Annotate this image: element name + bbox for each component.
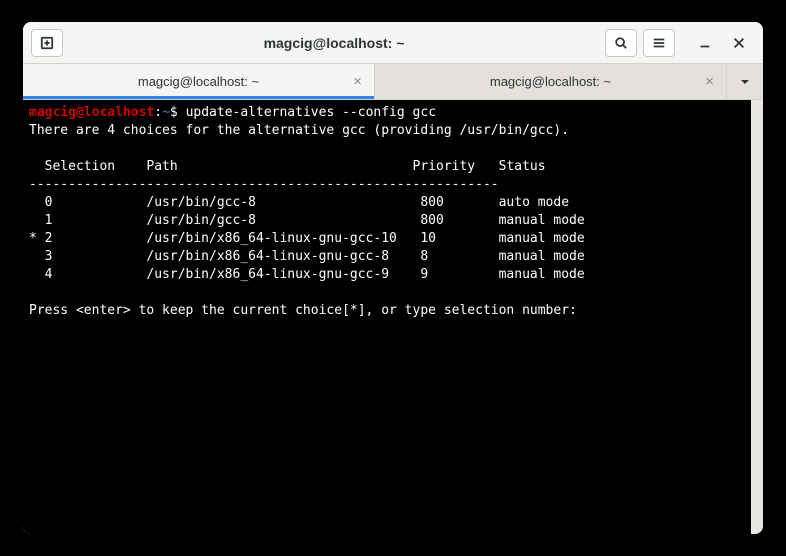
terminal-window: magcig@localhost: ~ magcig@localhost: ~ … (23, 22, 763, 534)
table-row: 1 /usr/bin/gcc-8 800 manual mode (29, 213, 585, 228)
prompt-host: localhost (84, 105, 154, 120)
close-icon[interactable]: × (353, 73, 362, 90)
terminal-viewport[interactable]: magcig@localhost:~$ update-alternatives … (23, 100, 763, 534)
close-icon[interactable]: × (705, 73, 714, 90)
table-row: 0 /usr/bin/gcc-8 800 auto mode (29, 195, 569, 210)
tab-2[interactable]: magcig@localhost: ~ × (375, 64, 727, 99)
output-intro: There are 4 choices for the alternative … (29, 123, 569, 138)
command-text: update-alternatives --config gcc (186, 105, 436, 120)
prompt-at: @ (76, 105, 84, 120)
table-row: 4 /usr/bin/x86_64-linux-gnu-gcc-9 9 manu… (29, 267, 585, 282)
prompt-symbol: $ (170, 105, 186, 120)
prompt-colon: : (154, 105, 162, 120)
tab-1[interactable]: magcig@localhost: ~ × (23, 64, 375, 99)
table-row: 3 /usr/bin/x86_64-linux-gnu-gcc-8 8 manu… (29, 249, 585, 264)
tab-dropdown-button[interactable] (727, 64, 763, 99)
prompt-user: magcig (29, 105, 76, 120)
close-button[interactable] (729, 33, 749, 53)
hamburger-menu-button[interactable] (643, 29, 675, 57)
table-divider: ----------------------------------------… (29, 177, 499, 192)
table-row: * 2 /usr/bin/x86_64-linux-gnu-gcc-10 10 … (29, 231, 585, 246)
minimize-button[interactable] (695, 33, 715, 53)
scrollbar[interactable] (751, 100, 763, 534)
window-controls (689, 33, 755, 53)
window-title: magcig@localhost: ~ (69, 35, 599, 51)
table-header: Selection Path Priority Status (29, 159, 546, 174)
tab-bar: magcig@localhost: ~ × magcig@localhost: … (23, 64, 763, 100)
output-footer: Press <enter> to keep the current choice… (29, 303, 577, 318)
tab-label: magcig@localhost: ~ (138, 74, 259, 89)
search-button[interactable] (605, 29, 637, 57)
tab-label: magcig@localhost: ~ (490, 74, 611, 89)
prompt-cwd: ~ (162, 105, 170, 120)
titlebar: magcig@localhost: ~ (23, 22, 763, 64)
new-tab-button[interactable] (31, 29, 63, 57)
